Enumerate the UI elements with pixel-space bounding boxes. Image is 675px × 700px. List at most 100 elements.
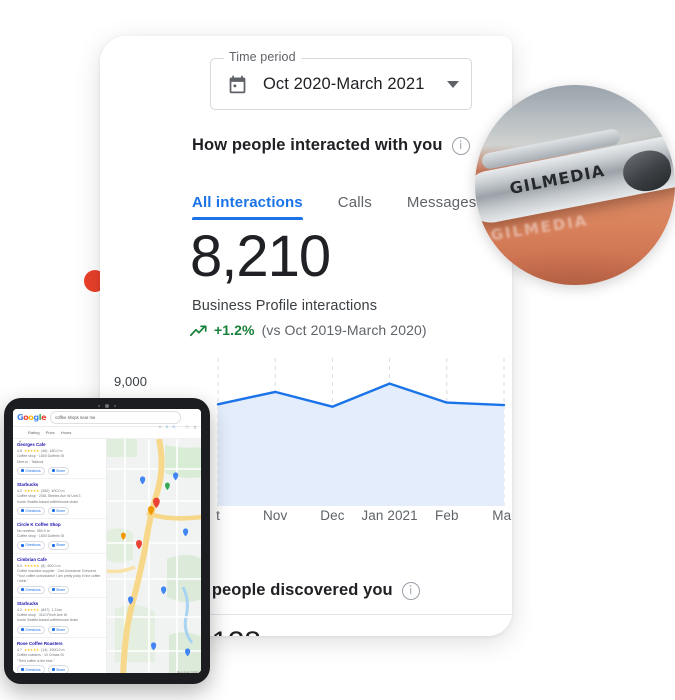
interaction-tabs: All interactions Calls Messages: [192, 186, 511, 220]
listing-rating: 4.2 ★★★★★ (350) 400.0 m: [17, 489, 102, 493]
listing-action-directions[interactable]: Directions: [17, 665, 45, 673]
star-icons: ★★★★★: [24, 647, 40, 652]
filter-chip-rating[interactable]: Rating: [28, 430, 40, 435]
tab-all-interactions[interactable]: All interactions: [192, 194, 324, 220]
tab-calls[interactable]: Calls: [338, 194, 393, 220]
maps-list-item[interactable]: Cimbrian Cafe 5.0 ★★★★★ (8) 600.0 m Coffee ma…: [13, 554, 106, 598]
camera-lens: [105, 403, 109, 408]
sensor-dot: [98, 404, 100, 407]
listing-distance: 600.0 m: [47, 563, 61, 568]
action-icon: [21, 543, 24, 547]
listing-rating: 4.2 ★★★★★ (847) 1.3 km: [17, 608, 102, 612]
x-axis-label: t: [216, 508, 220, 523]
map-attribution: Map data ©2021: [176, 670, 199, 673]
review-count: (46): [41, 449, 48, 453]
action-icon: [21, 588, 24, 592]
action-icon: [51, 469, 55, 473]
listing-action-share[interactable]: Share: [47, 466, 70, 476]
listing-category: Coffee shop · 1800 Dufferin St: [17, 454, 65, 458]
action-icon: [51, 588, 55, 592]
listing-distance: 950.0 m: [36, 529, 50, 534]
action-icon: [51, 543, 55, 547]
listing-distance: 180.0 m: [49, 449, 63, 453]
map-canvas[interactable]: Map data ©2021: [106, 439, 201, 673]
discover-expandable-card[interactable]: 6,128: [160, 614, 512, 636]
filter-chip-price[interactable]: Price: [46, 430, 55, 435]
listing-action-directions[interactable]: Directions: [17, 625, 45, 634]
x-axis-label: Nov: [263, 508, 288, 523]
search-input[interactable]: coffee shops near me: [50, 411, 181, 429]
review-count: (847): [41, 607, 50, 612]
maps-list-item[interactable]: Starbucks 4.2 ★★★★★ (847) 1.3 km Coffee shop …: [13, 598, 106, 638]
listing-name[interactable]: Georges Cafe: [17, 442, 102, 448]
pen-brand-text: GILMEDIA: [508, 160, 607, 199]
time-period-select[interactable]: Oct 2020-March 2021 Time period: [210, 50, 472, 110]
listing-name[interactable]: Circle K Coffee Shop: [17, 522, 102, 528]
listing-category: Coffee shop · 2081 Steeles Ave W Unit 3: [17, 494, 81, 499]
apps-grid-icon[interactable]: [185, 416, 189, 428]
pen-product-photo: GILMEDIA GILMEDIA: [475, 85, 675, 285]
rating-value: 4.2: [17, 607, 22, 612]
maps-content: Georges Cafe 4.8 ★★★★★ (46) 180.0 m Coffee sh…: [13, 439, 201, 673]
listing-description: Iconic Seattle-based coffeehouse chain: [17, 499, 79, 504]
review-count: (350): [41, 489, 50, 494]
review-count: (14): [41, 647, 48, 652]
filter-icon[interactable]: [18, 431, 22, 443]
listing-actions: Directions Share: [17, 625, 102, 634]
interaction-heading-text: How people interacted with you: [192, 136, 443, 154]
interaction-section-heading: How people interacted with you: [192, 136, 470, 155]
microphone-icon[interactable]: [165, 416, 169, 428]
listing-action-directions[interactable]: Directions: [17, 466, 45, 476]
pen-photo-image: GILMEDIA GILMEDIA: [475, 85, 675, 285]
listing-category: Coffee machine supplier · 2nd Limestone …: [17, 568, 96, 573]
delta-comparison: (vs Oct 2019-March 2020): [261, 322, 427, 338]
listing-rating: 4.8 ★★★★★ (46) 180.0 m: [17, 449, 102, 453]
listing-name[interactable]: Rose Coffee Roasters: [17, 641, 102, 647]
listing-action-share[interactable]: Share: [47, 665, 70, 673]
interactions-metric-caption: Business Profile interactions: [192, 298, 378, 314]
sensor-dot: [114, 404, 116, 407]
listing-action-share[interactable]: Share: [47, 625, 70, 634]
listing-name[interactable]: Cimbrian Cafe: [17, 557, 102, 563]
listing-action-directions[interactable]: Directions: [17, 541, 45, 550]
listing-actions: Directions Share: [17, 541, 102, 550]
listing-actions: Directions Share: [17, 585, 102, 594]
maps-list-item[interactable]: Circle K Coffee Shop No reviews 950.0 m Cof…: [13, 519, 106, 554]
y-axis-tick: 9,000: [108, 371, 156, 391]
listing-rating: 5.0 ★★★★★ (8) 600.0 m: [17, 564, 102, 568]
maps-list-item[interactable]: Georges Cafe 4.8 ★★★★★ (46) 180.0 m Coffee sh…: [13, 439, 106, 480]
listing-action-share[interactable]: Share: [47, 541, 70, 550]
info-icon[interactable]: [451, 136, 470, 155]
listing-action-directions[interactable]: Directions: [17, 506, 45, 516]
maps-results-list[interactable]: Georges Cafe 4.8 ★★★★★ (46) 180.0 m Coffee sh…: [13, 439, 107, 673]
listing-category: Coffee shop · 1800 Dufferin St: [17, 534, 65, 539]
action-icon: [51, 509, 55, 513]
listing-action-directions[interactable]: Directions: [17, 585, 45, 594]
listing-actions: Directions Share: [17, 665, 102, 673]
listing-name[interactable]: Starbucks: [17, 601, 102, 607]
search-icon[interactable]: [172, 416, 176, 429]
listing-description: Iconic Seattle-based coffeehouse chain: [17, 618, 79, 623]
star-icons: ★★★★★: [24, 607, 40, 612]
google-logo: Google: [17, 413, 47, 422]
rating-value: 4.2: [17, 489, 22, 494]
pen-tip: [619, 146, 675, 196]
listing-distance: 400.0 m: [51, 489, 65, 494]
star-icons: ★★★★★: [24, 449, 40, 453]
delta-percent: +1.2%: [214, 322, 255, 338]
trending-up-icon: [190, 324, 207, 337]
listing-distance: 1500.0 m: [49, 647, 65, 652]
close-icon[interactable]: [158, 416, 162, 428]
filter-chip-hours[interactable]: Hours: [61, 430, 72, 435]
action-icon: [51, 628, 55, 632]
action-icon: [21, 668, 24, 672]
account-icon[interactable]: [193, 416, 197, 428]
maps-list-item[interactable]: Rose Coffee Roasters 4.7 ★★★★★ (14) 1500.0 m…: [13, 638, 106, 673]
listing-name[interactable]: Starbucks: [17, 482, 102, 488]
x-axis-label: Jan 2021: [361, 508, 418, 523]
maps-list-item[interactable]: Starbucks 4.2 ★★★★★ (350) 400.0 m Coffee shop…: [13, 479, 106, 520]
listing-action-share[interactable]: Share: [47, 585, 70, 594]
chevron-down-icon[interactable]: [447, 80, 459, 88]
listing-action-share[interactable]: Share: [47, 506, 70, 516]
info-icon[interactable]: [401, 581, 420, 600]
